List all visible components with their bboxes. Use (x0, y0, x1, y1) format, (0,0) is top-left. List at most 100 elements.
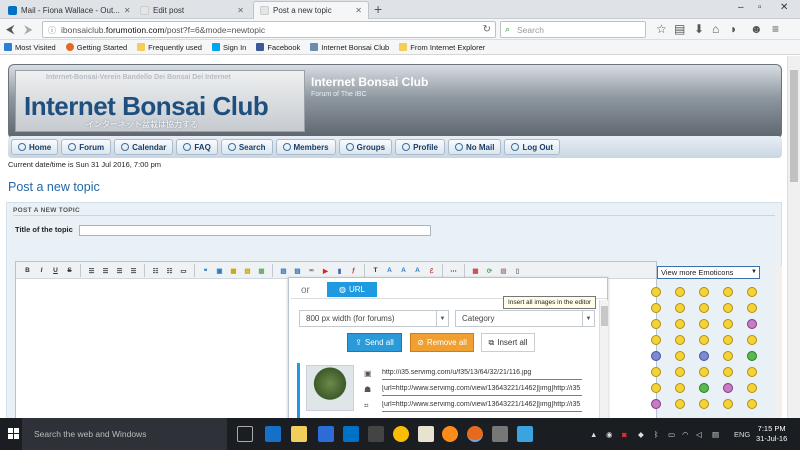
bookmark-star-icon[interactable]: ☆ (656, 22, 667, 36)
image-direct-link[interactable]: http://i35.servimg.com/u/f35/13/64/32/21… (382, 369, 582, 380)
bluetooth-icon[interactable]: ᛒ (654, 430, 659, 439)
emoticon-icon[interactable] (675, 351, 685, 361)
size-icon[interactable]: T (370, 265, 381, 276)
menu-log-out[interactable]: Log Out (504, 139, 561, 155)
emoticon-icon[interactable] (651, 287, 661, 297)
emoticon-icon[interactable] (723, 319, 733, 329)
emoticon-icon[interactable] (747, 367, 757, 377)
more-icon[interactable]: ⋯ (448, 265, 459, 276)
search-bar[interactable]: ⌕ Search (500, 21, 646, 38)
bookmark-sign-in[interactable]: Sign In (211, 43, 246, 52)
bonsai-thumbnail[interactable] (306, 365, 354, 411)
bookmark-most-visited[interactable]: Most Visited (4, 43, 56, 52)
underline-button[interactable]: U (50, 265, 61, 276)
network-icon[interactable]: ◠ (682, 430, 689, 439)
emoticon-icon[interactable] (675, 287, 685, 297)
number-list-icon[interactable]: ☷ (164, 265, 175, 276)
upload-image-icon[interactable]: ▨ (292, 265, 303, 276)
app-icon[interactable] (517, 426, 533, 442)
tray-icon[interactable]: ◙ (622, 430, 627, 439)
menu-forum[interactable]: Forum (61, 139, 112, 155)
pocket-icon[interactable]: ◗ (730, 22, 737, 36)
emoticon-icon[interactable] (747, 351, 757, 361)
minimize-button[interactable]: – (738, 2, 744, 13)
emoticon-icon[interactable] (723, 335, 733, 345)
language-indicator[interactable]: ENG (734, 430, 750, 439)
bookmark-frequently-used[interactable]: Frequently used (137, 43, 202, 52)
menu-groups[interactable]: Groups (338, 139, 393, 155)
topic-title-input[interactable] (79, 225, 431, 236)
back-arrow-icon[interactable]: ⮜ (6, 22, 15, 36)
emoticon-icon[interactable] (723, 399, 733, 409)
source-icon[interactable]: ▯ (512, 265, 523, 276)
close-icon[interactable]: ✕ (351, 6, 362, 15)
font-face-icon[interactable]: A (412, 265, 423, 276)
link-icon[interactable]: ∞ (306, 265, 317, 276)
justify-icon[interactable]: ☰ (128, 265, 139, 276)
forward-arrow-icon[interactable]: ⮞ (24, 22, 33, 36)
home-icon[interactable]: ⌂ (712, 22, 719, 36)
emoticon-icon[interactable] (675, 383, 685, 393)
image-icon[interactable]: ▨ (278, 265, 289, 276)
chrome-icon[interactable] (393, 426, 409, 442)
message-editor[interactable]: B I U S ☰ ☰ ☰ ☰ ☷ ☷ ▭ ❝ ▣ ▦ ▤ ▦ ▨ ▨ ∞ ▶ … (15, 261, 657, 418)
emoticon-icon[interactable] (675, 335, 685, 345)
reading-list-icon[interactable]: ▤ (674, 22, 685, 36)
eraser-icon[interactable]: ▧ (498, 265, 509, 276)
downloads-icon[interactable]: ⬇ (694, 22, 704, 36)
size-select[interactable]: 800 px width (for forums) ▼ (299, 310, 449, 327)
emoticon-icon[interactable] (747, 383, 757, 393)
windows-start-icon[interactable] (8, 428, 20, 440)
restore-button[interactable]: ▫ (758, 2, 762, 13)
photos-icon[interactable] (492, 426, 508, 442)
site-logo[interactable]: Internet-Bonsai-Verein Bandello Dei Bons… (15, 70, 305, 132)
emoticon-icon[interactable] (723, 383, 733, 393)
insert-all-button[interactable]: ⧉ Insert all (481, 333, 535, 352)
emoticons-select[interactable]: View more Emoticons ▼ (657, 266, 760, 279)
scrollbar-thumb[interactable] (790, 70, 798, 182)
emoticon-icon[interactable] (699, 367, 709, 377)
tab-mail[interactable]: Mail - Fiona Wallace - Out... ✕ (2, 1, 132, 19)
table-icon[interactable]: ▦ (256, 265, 267, 276)
emoticon-icon[interactable] (675, 367, 685, 377)
send-all-button[interactable]: ⇪ Send all (347, 333, 402, 352)
emoticon-icon[interactable] (699, 287, 709, 297)
flash-icon[interactable]: ▮ (334, 265, 345, 276)
reload-icon[interactable]: ↻ (483, 24, 491, 35)
date-icon[interactable]: ▦ (470, 265, 481, 276)
tab-post-new-topic[interactable]: Post a new topic ✕ (253, 1, 369, 19)
emoticon-icon[interactable] (651, 335, 661, 345)
emoticon-icon[interactable] (723, 351, 733, 361)
bookmark-getting-started[interactable]: Getting Started (65, 43, 127, 52)
emoticon-icon[interactable] (699, 303, 709, 313)
firefox-icon[interactable] (467, 426, 483, 442)
emoticon-icon[interactable] (651, 383, 661, 393)
battery-icon[interactable]: ▭ (668, 430, 675, 439)
bold-button[interactable]: B (22, 265, 33, 276)
menu-home[interactable]: Home (11, 139, 59, 155)
emoticon-icon[interactable] (747, 335, 757, 345)
strike-button[interactable]: S (64, 265, 75, 276)
image-bbcode-link[interactable]: [url=http://www.servimg.com/view/1364322… (382, 385, 582, 396)
emoticon-icon[interactable] (723, 287, 733, 297)
align-left-icon[interactable]: ☰ (86, 265, 97, 276)
page-title[interactable]: Post a new topic (8, 180, 100, 194)
emoticon-icon[interactable] (747, 287, 757, 297)
emoticon-icon[interactable] (747, 399, 757, 409)
emoticon-icon[interactable] (699, 319, 709, 329)
remove-all-button[interactable]: ⊘ Remove all (410, 333, 474, 352)
store-icon[interactable] (318, 426, 334, 442)
emoticon-icon[interactable] (651, 399, 661, 409)
category-select[interactable]: Category ▼ (455, 310, 595, 327)
emoticon-icon[interactable] (651, 303, 661, 313)
system-clock[interactable]: 7:15 PM 31-Jul-16 (756, 424, 787, 444)
calculator-icon[interactable] (368, 426, 384, 442)
emoticon-icon[interactable] (699, 335, 709, 345)
notifications-icon[interactable]: ▤ (712, 430, 719, 439)
scrollbar-thumb[interactable] (601, 306, 608, 326)
emoticon-icon[interactable] (699, 383, 709, 393)
sync-icon[interactable]: ⟳ (484, 265, 495, 276)
menu-no-mail[interactable]: No Mail (447, 139, 502, 155)
bookmark-from-ie[interactable]: From Internet Explorer (399, 43, 485, 52)
hr-icon[interactable]: ▭ (178, 265, 189, 276)
